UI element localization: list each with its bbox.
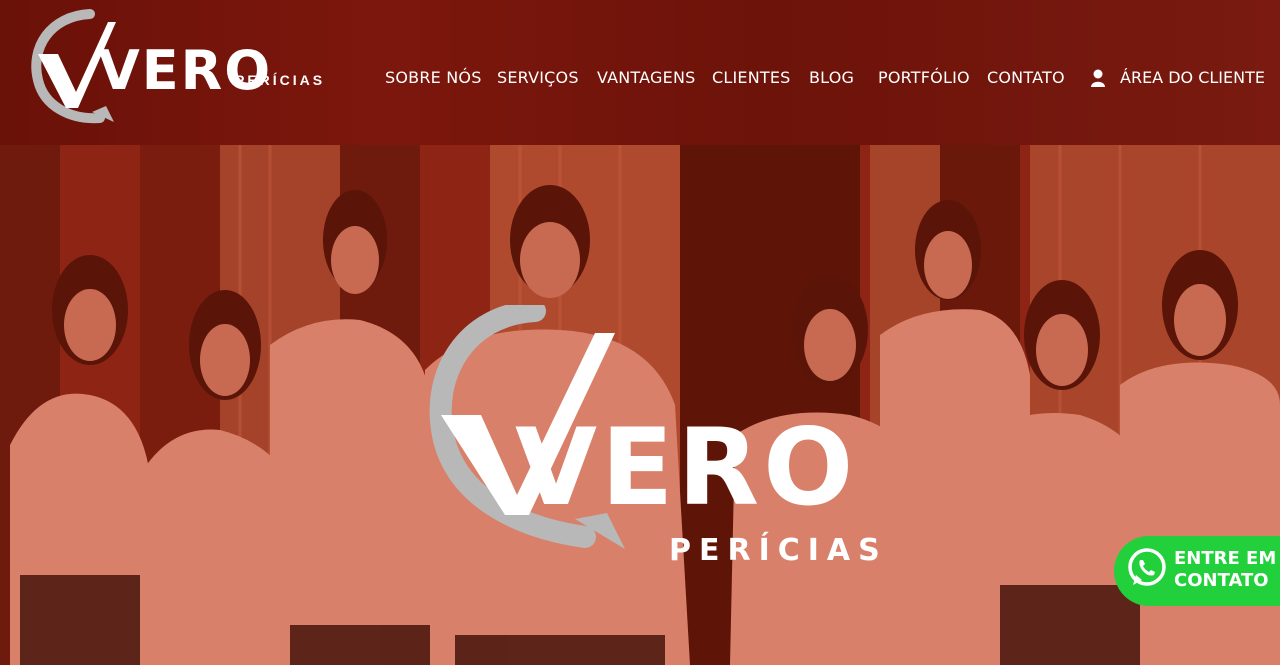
whatsapp-contact-button[interactable]: ENTRE EM CONTATO — [1114, 536, 1280, 606]
nav-item-portfolio[interactable]: PORTFÓLIO — [878, 68, 970, 87]
hero-logo: VERO PERÍCIAS — [425, 305, 888, 568]
nav-item-servicos[interactable]: SERVIÇOS — [497, 68, 579, 87]
whatsapp-icon — [1128, 548, 1166, 586]
hero-wordmark: VERO — [515, 406, 858, 529]
whatsapp-label-line2: CONTATO — [1174, 570, 1269, 591]
nav-item-vantagens[interactable]: VANTAGENS — [597, 68, 695, 87]
whatsapp-label-line1: ENTRE EM — [1174, 548, 1277, 569]
site-header: VERO PERÍCIAS SOBRE NÓS SERVIÇOS VANTAGE… — [0, 0, 1280, 145]
hero-tagline: PERÍCIAS — [669, 533, 888, 568]
whatsapp-label: ENTRE EM CONTATO — [1174, 548, 1276, 592]
nav-item-sobre-nos[interactable]: SOBRE NÓS — [385, 68, 482, 87]
user-icon — [1091, 69, 1105, 87]
nav-item-blog[interactable]: BLOG — [809, 68, 854, 87]
main-nav: SOBRE NÓS SERVIÇOS VANTAGENS CLIENTES BL… — [0, 68, 1280, 94]
client-area-label: ÁREA DO CLIENTE — [1120, 68, 1265, 87]
nav-item-contato[interactable]: CONTATO — [987, 68, 1065, 87]
hero-banner: VERO PERÍCIAS — [0, 145, 1280, 665]
nav-item-clientes[interactable]: CLIENTES — [712, 68, 791, 87]
